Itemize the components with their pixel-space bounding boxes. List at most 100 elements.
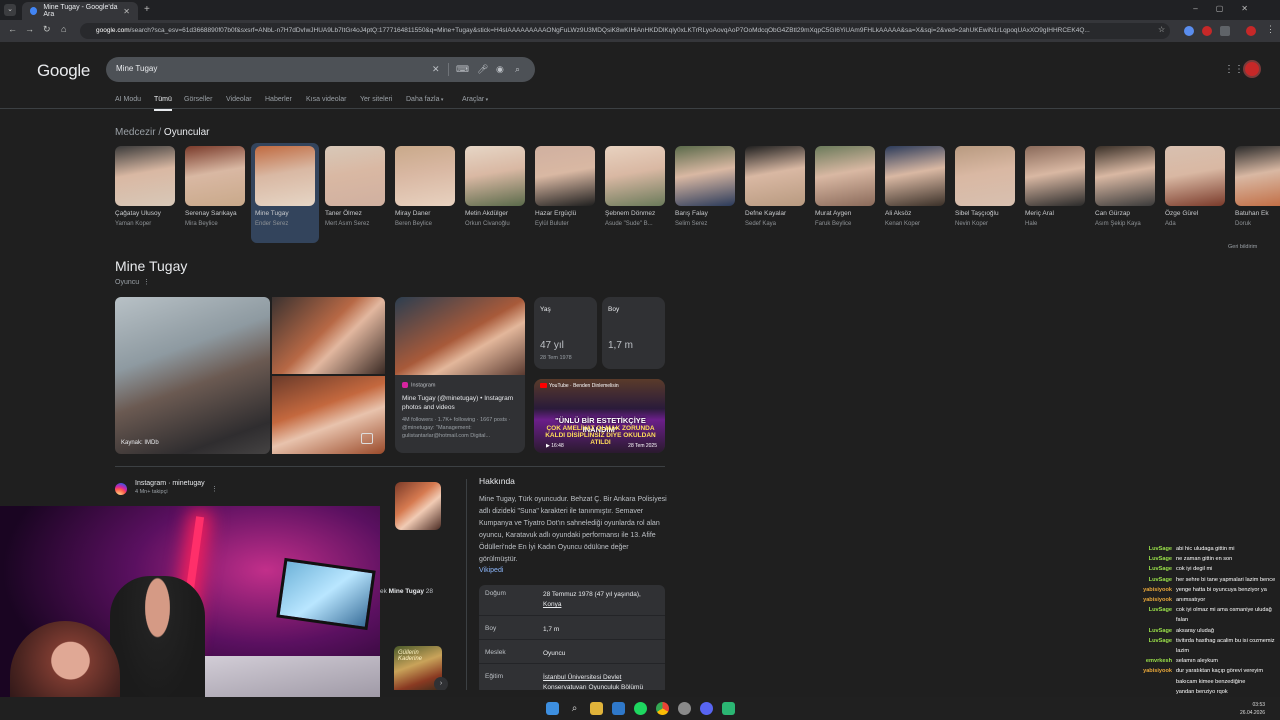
- carousel-next-icon[interactable]: ›: [434, 677, 448, 690]
- divider: [448, 63, 449, 76]
- actor-photo: [115, 146, 175, 206]
- search-input[interactable]: Mine Tugay: [116, 64, 157, 73]
- tab-tümü[interactable]: Tümü: [154, 96, 172, 111]
- chat-username: yabisiyook: [1143, 586, 1172, 593]
- actor-photo: [815, 146, 875, 206]
- tab-görseller[interactable]: Görseller: [184, 96, 212, 103]
- result-more-icon[interactable]: ⋮: [211, 485, 218, 493]
- new-tab-button[interactable]: +: [144, 4, 150, 15]
- actor-card[interactable]: Metin Akdülger Orkun Civanoğlu: [465, 146, 527, 228]
- actor-card[interactable]: Can Gürzap Asım Şekip Kaya: [1095, 146, 1157, 228]
- entity-main-image[interactable]: Kaynak: IMDb: [115, 297, 270, 454]
- google-favicon-icon: [30, 7, 38, 15]
- file-explorer-icon[interactable]: [590, 702, 603, 715]
- instagram-card[interactable]: Instagram Mine Tugay (@minetugay) • Inst…: [395, 297, 525, 453]
- actor-card[interactable]: Miray Daner Beren Beylice: [395, 146, 457, 228]
- fact-link[interactable]: Konya: [543, 601, 561, 608]
- actor-card[interactable]: Çağatay Ulusoy Yaman Koper: [115, 146, 177, 228]
- more-options-icon[interactable]: ⋮: [141, 279, 150, 286]
- app-icon[interactable]: [612, 702, 625, 715]
- extension-icon[interactable]: [1184, 26, 1194, 36]
- result-followers: 4 Mn+ takipçi: [135, 489, 168, 495]
- actor-name: Defne Kayalar: [745, 210, 787, 217]
- fact-link[interactable]: İstanbul Üniversitesi Devlet Konservatuv…: [543, 674, 643, 690]
- actor-card[interactable]: Murat Aygen Faruk Beylice: [815, 146, 877, 228]
- about-heading: Hakkında: [479, 476, 515, 486]
- spotify-icon[interactable]: [634, 702, 647, 715]
- search-icon[interactable]: ⌕: [515, 64, 520, 75]
- breadcrumb-show[interactable]: Medcezir: [115, 127, 156, 138]
- forward-icon[interactable]: →: [25, 24, 34, 34]
- actor-character: Yaman Koper: [115, 221, 152, 227]
- breadcrumb[interactable]: Medcezir / Oyuncular: [115, 127, 210, 138]
- search-icon[interactable]: ⌕: [568, 702, 581, 715]
- chrome-icon[interactable]: [656, 702, 669, 715]
- tab-araçlar[interactable]: Araçlar ▾: [462, 96, 488, 103]
- entity-image[interactable]: [272, 376, 385, 454]
- actor-photo: [325, 146, 385, 206]
- actor-card[interactable]: Meriç Aral Hale: [1025, 146, 1087, 228]
- actor-photo: [955, 146, 1015, 206]
- actor-card[interactable]: Hazar Ergüçlü Eylül Buluter: [535, 146, 597, 228]
- microphone-icon[interactable]: 🎤︎: [477, 64, 488, 75]
- actor-card[interactable]: Batuhan Ek Doruk: [1235, 146, 1280, 228]
- actor-character: Eylül Buluter: [535, 221, 569, 227]
- actor-card[interactable]: Sibel Taşçıoğlu Nevin Koper: [955, 146, 1017, 228]
- address-bar[interactable]: google.com/search?sca_esv=61d3668890f07b…: [80, 23, 1170, 39]
- result-thumbnail[interactable]: [395, 482, 441, 530]
- window-controls[interactable]: –▢✕: [1193, 4, 1266, 13]
- clear-icon[interactable]: ✕: [432, 64, 440, 75]
- windows-start-icon[interactable]: [546, 702, 559, 715]
- actor-character: Selim Serez: [675, 221, 708, 227]
- reload-icon[interactable]: ↻: [43, 24, 51, 35]
- age-card[interactable]: Yaş 47 yıl 28 Tem 1978: [534, 297, 597, 369]
- fact-separator: [479, 615, 665, 616]
- wikipedia-link[interactable]: Vikipedi: [479, 567, 669, 574]
- tab-kısa-videolar[interactable]: Kısa videolar: [306, 96, 346, 103]
- keyboard-icon[interactable]: ⌨: [456, 64, 469, 75]
- actor-card[interactable]: Defne Kayalar Sedef Kaya: [745, 146, 807, 228]
- discord-icon[interactable]: [700, 702, 713, 715]
- obs-icon[interactable]: [722, 702, 735, 715]
- feedback-link[interactable]: Geri bildirim: [1228, 244, 1257, 250]
- result-source[interactable]: Instagram · minetugay: [135, 480, 205, 487]
- system-clock[interactable]: 03:53 26.04.2026: [1240, 701, 1265, 717]
- actor-name: Can Gürzap: [1095, 210, 1131, 217]
- entity-image[interactable]: [272, 297, 385, 374]
- chat-text: cok iyi degil mi: [1176, 566, 1213, 573]
- back-icon[interactable]: ←: [8, 24, 17, 34]
- search-box[interactable]: Mine Tugay ✕ ⌨ 🎤︎ ◉ ⌕: [106, 57, 535, 82]
- actor-card[interactable]: Barış Falay Selim Serez: [675, 146, 737, 228]
- close-tab-icon[interactable]: ✕: [123, 7, 130, 16]
- extension-icon[interactable]: [1202, 26, 1212, 36]
- actor-card[interactable]: Ali Aksöz Kenan Koper: [885, 146, 947, 228]
- tab-yer-siteleri[interactable]: Yer siteleri: [360, 96, 392, 103]
- about-panel: Hakkında Mine Tugay, Türk oyuncudur. Beh…: [479, 476, 669, 574]
- height-card[interactable]: Boy 1,7 m: [602, 297, 665, 369]
- actor-card[interactable]: Taner Ölmez Mert Asım Serez: [325, 146, 387, 228]
- app-icon[interactable]: [678, 702, 691, 715]
- actor-card[interactable]: Serenay Sarıkaya Mira Beylice: [185, 146, 247, 228]
- tab-daha-fazla[interactable]: Daha fazla ▾: [406, 96, 443, 103]
- tab-haberler[interactable]: Haberler: [265, 96, 292, 103]
- tab-ai-modu[interactable]: AI Modu: [115, 96, 141, 103]
- image-gallery-icon[interactable]: [361, 433, 373, 444]
- actor-card[interactable]: Özge Gürel Ada: [1165, 146, 1227, 228]
- extensions-puzzle-icon[interactable]: [1220, 26, 1230, 36]
- youtube-video-card[interactable]: YouTube · Benden Dinlemelisin "ÜNLÜ BİR …: [534, 379, 665, 453]
- tab-videolar[interactable]: Videolar: [226, 96, 252, 103]
- lens-icon[interactable]: ◉: [496, 64, 504, 75]
- actor-name: Özge Gürel: [1165, 210, 1199, 217]
- bookmark-star-icon[interactable]: ☆: [1158, 25, 1165, 34]
- actor-card[interactable]: Mine Tugay Ender Serez: [251, 143, 319, 243]
- fact-separator: [479, 639, 665, 640]
- google-logo[interactable]: Google: [37, 61, 90, 81]
- account-avatar[interactable]: [1243, 60, 1261, 78]
- tab-search-button[interactable]: ⌄: [4, 4, 16, 16]
- home-icon[interactable]: ⌂: [61, 24, 66, 34]
- browser-menu-icon[interactable]: ⋮: [1266, 24, 1275, 35]
- actor-name: Batuhan Ek: [1235, 210, 1269, 217]
- actor-card[interactable]: Şebnem Dönmez Asude "Sude" B...: [605, 146, 667, 228]
- profile-icon[interactable]: [1246, 26, 1256, 36]
- browser-tab[interactable]: Mine Tugay - Google'da Ara ✕: [22, 2, 138, 20]
